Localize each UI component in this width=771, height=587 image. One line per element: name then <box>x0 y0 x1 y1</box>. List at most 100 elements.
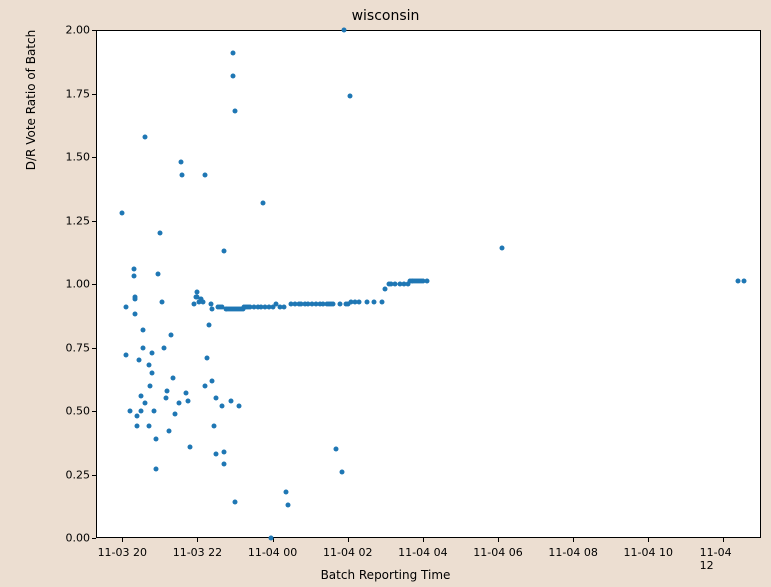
x-tick-label: 11-03 22 <box>173 546 222 559</box>
data-point <box>233 109 238 114</box>
data-point <box>131 266 136 271</box>
data-point <box>214 452 219 457</box>
y-tick-label: 1.25 <box>50 214 90 227</box>
data-point <box>338 302 343 307</box>
x-tick-label: 11-04 10 <box>624 546 673 559</box>
y-tick-mark <box>92 348 96 349</box>
data-point <box>285 502 290 507</box>
data-point <box>201 299 206 304</box>
x-tick-label: 11-04 02 <box>323 546 372 559</box>
data-point <box>124 304 129 309</box>
data-point <box>229 398 234 403</box>
chart-title: wisconsin <box>0 8 771 24</box>
data-point <box>330 302 335 307</box>
data-point <box>202 383 207 388</box>
data-point <box>212 424 217 429</box>
data-point <box>161 345 166 350</box>
y-tick-label: 0.75 <box>50 341 90 354</box>
data-point <box>233 500 238 505</box>
data-point <box>268 536 273 541</box>
y-tick-mark <box>92 284 96 285</box>
x-tick-label: 11-04 06 <box>473 546 522 559</box>
x-tick-label: 11-04 12 <box>700 546 748 572</box>
data-point <box>281 304 286 309</box>
data-point <box>176 401 181 406</box>
x-tick-label: 11-04 08 <box>548 546 597 559</box>
x-tick-mark <box>573 538 574 542</box>
data-point <box>163 396 168 401</box>
x-tick-mark <box>197 538 198 542</box>
y-tick-mark <box>92 475 96 476</box>
data-point <box>424 279 429 284</box>
data-point <box>135 424 140 429</box>
data-point <box>150 350 155 355</box>
data-point <box>159 299 164 304</box>
data-point <box>171 375 176 380</box>
y-tick-mark <box>92 157 96 158</box>
x-axis-label: Batch Reporting Time <box>0 568 771 582</box>
data-point <box>202 172 207 177</box>
data-point <box>221 462 226 467</box>
x-tick-label: 11-04 04 <box>398 546 447 559</box>
data-point <box>152 409 157 414</box>
data-point <box>167 429 172 434</box>
y-tick-label: 0.50 <box>50 405 90 418</box>
data-point <box>214 396 219 401</box>
data-point <box>261 200 266 205</box>
data-point <box>142 401 147 406</box>
data-point <box>137 358 142 363</box>
data-point <box>146 363 151 368</box>
y-tick-label: 0.25 <box>50 468 90 481</box>
y-tick-label: 1.75 <box>50 87 90 100</box>
x-tick-mark <box>723 538 724 542</box>
data-point <box>150 370 155 375</box>
data-point <box>236 403 241 408</box>
y-tick-label: 0.00 <box>50 532 90 545</box>
data-point <box>206 322 211 327</box>
data-point <box>742 279 747 284</box>
data-point <box>186 398 191 403</box>
x-tick-mark <box>498 538 499 542</box>
y-tick-mark <box>92 30 96 31</box>
data-point <box>139 409 144 414</box>
y-tick-label: 2.00 <box>50 24 90 37</box>
data-point <box>169 332 174 337</box>
data-point <box>231 50 236 55</box>
data-point <box>157 231 162 236</box>
data-point <box>736 279 741 284</box>
data-point <box>124 353 129 358</box>
data-point <box>392 282 397 287</box>
data-point <box>364 299 369 304</box>
data-point <box>140 345 145 350</box>
data-point <box>347 94 352 99</box>
data-point <box>180 172 185 177</box>
x-tick-label: 11-04 00 <box>248 546 297 559</box>
data-point <box>372 299 377 304</box>
data-point <box>172 411 177 416</box>
data-point <box>133 297 138 302</box>
data-point <box>283 490 288 495</box>
data-point <box>356 299 361 304</box>
y-axis-label: D/R Vote Ratio of Batch <box>24 0 38 354</box>
x-tick-label: 11-03 20 <box>98 546 147 559</box>
data-point <box>154 436 159 441</box>
data-point <box>155 271 160 276</box>
data-point <box>120 210 125 215</box>
axes-area <box>96 30 761 538</box>
data-point <box>210 307 215 312</box>
chart-container: wisconsin Batch Reporting Time D/R Vote … <box>0 0 771 587</box>
data-point <box>210 378 215 383</box>
data-point <box>148 383 153 388</box>
x-tick-mark <box>122 538 123 542</box>
data-point <box>178 160 183 165</box>
data-point <box>154 467 159 472</box>
y-tick-mark <box>92 94 96 95</box>
y-tick-label: 1.50 <box>50 151 90 164</box>
data-point <box>184 391 189 396</box>
data-point <box>146 424 151 429</box>
data-point <box>204 355 209 360</box>
x-tick-mark <box>648 538 649 542</box>
data-point <box>499 246 504 251</box>
y-tick-label: 1.00 <box>50 278 90 291</box>
data-point <box>340 469 345 474</box>
